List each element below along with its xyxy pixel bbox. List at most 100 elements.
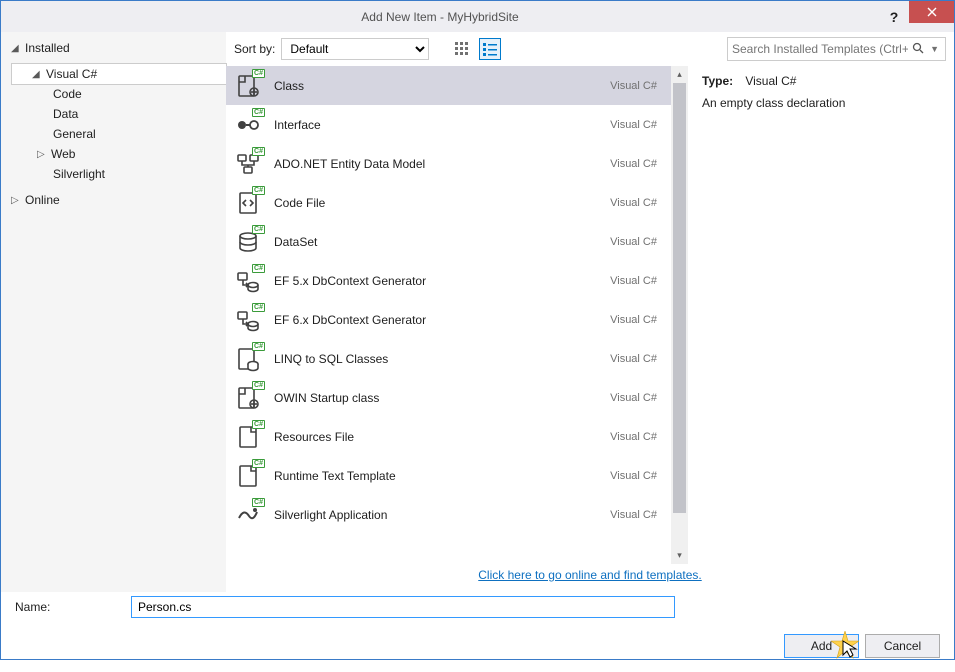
- close-icon: [927, 7, 937, 17]
- template-language: Visual C#: [610, 509, 657, 521]
- add-button[interactable]: Add: [784, 634, 859, 658]
- search-input[interactable]: [732, 42, 908, 56]
- window-title: Add New Item - MyHybridSite: [1, 10, 879, 24]
- sort-by-select[interactable]: Default: [281, 38, 429, 60]
- template-language: Visual C#: [610, 197, 657, 209]
- template-item[interactable]: C# OWIN Startup class Visual C#: [226, 378, 671, 417]
- csharp-badge-icon: C#: [252, 225, 265, 234]
- template-icon: C#: [232, 304, 264, 336]
- csharp-badge-icon: C#: [252, 498, 265, 507]
- csharp-badge-icon: C#: [252, 420, 265, 429]
- csharp-badge-icon: C#: [252, 147, 265, 156]
- sort-by-label: Sort by:: [234, 42, 275, 56]
- template-item[interactable]: C# EF 5.x DbContext Generator Visual C#: [226, 261, 671, 300]
- expander-icon: ▷: [37, 149, 47, 160]
- template-icon: C#: [232, 226, 264, 258]
- toolbar: Sort by: Default ▼: [226, 32, 954, 66]
- expander-icon: ▷: [11, 195, 21, 206]
- template-name: OWIN Startup class: [274, 391, 610, 405]
- template-language: Visual C#: [610, 314, 657, 326]
- tree-node-web[interactable]: ▷Web: [37, 144, 226, 164]
- csharp-badge-icon: C#: [252, 186, 265, 195]
- template-language: Visual C#: [610, 158, 657, 170]
- template-icon: C#: [232, 265, 264, 297]
- search-box[interactable]: ▼: [727, 37, 946, 61]
- tree-node-code[interactable]: Code: [37, 84, 226, 104]
- list-icon: [483, 42, 497, 56]
- template-icon: C#: [232, 382, 264, 414]
- template-name: Class: [274, 79, 610, 93]
- template-language: Visual C#: [610, 119, 657, 131]
- name-label: Name:: [15, 600, 131, 614]
- template-name: EF 5.x DbContext Generator: [274, 274, 610, 288]
- help-button[interactable]: ?: [879, 6, 909, 28]
- template-icon: C#: [232, 187, 264, 219]
- template-name: Runtime Text Template: [274, 469, 610, 483]
- template-language: Visual C#: [610, 275, 657, 287]
- template-name: Silverlight Application: [274, 508, 610, 522]
- template-icon: C#: [232, 343, 264, 375]
- view-list-button[interactable]: [479, 38, 501, 60]
- template-icon: C#: [232, 148, 264, 180]
- template-item[interactable]: C# DataSet Visual C#: [226, 222, 671, 261]
- template-item[interactable]: C# Silverlight Application Visual C#: [226, 495, 671, 534]
- template-item[interactable]: C# EF 6.x DbContext Generator Visual C#: [226, 300, 671, 339]
- tree-node-visual-csharp[interactable]: ◢ Visual C#: [11, 63, 227, 85]
- csharp-badge-icon: C#: [252, 108, 265, 117]
- template-description: An empty class declaration: [702, 96, 940, 110]
- template-item[interactable]: C# Interface Visual C#: [226, 105, 671, 144]
- csharp-badge-icon: C#: [252, 459, 265, 468]
- template-item[interactable]: C# Class Visual C#: [226, 66, 671, 105]
- csharp-badge-icon: C#: [252, 303, 265, 312]
- online-templates-link[interactable]: Click here to go online and find templat…: [478, 568, 701, 582]
- scroll-down-icon[interactable]: ▾: [671, 547, 688, 564]
- search-icon[interactable]: [908, 42, 928, 57]
- close-button[interactable]: [909, 1, 954, 23]
- template-name: LINQ to SQL Classes: [274, 352, 610, 366]
- scroll-thumb[interactable]: [673, 83, 686, 513]
- tree-node-online[interactable]: ▷ Online: [1, 190, 226, 210]
- grid-small-icon: [455, 42, 469, 56]
- template-name: Resources File: [274, 430, 610, 444]
- template-item[interactable]: C# Code File Visual C#: [226, 183, 671, 222]
- dialog-footer: Name: Add Cancel: [1, 592, 954, 672]
- type-value: Visual C#: [745, 74, 796, 88]
- template-item[interactable]: C# LINQ to SQL Classes Visual C#: [226, 339, 671, 378]
- template-icon: C#: [232, 460, 264, 492]
- template-language: Visual C#: [610, 80, 657, 92]
- template-icon: C#: [232, 70, 264, 102]
- template-item[interactable]: C# Resources File Visual C#: [226, 417, 671, 456]
- csharp-badge-icon: C#: [252, 381, 265, 390]
- cursor-highlight-icon: [831, 631, 859, 659]
- expander-icon: ◢: [11, 43, 21, 54]
- template-name: Code File: [274, 196, 610, 210]
- template-language: Visual C#: [610, 431, 657, 443]
- type-label: Type:: [702, 74, 742, 88]
- cancel-button[interactable]: Cancel: [865, 634, 940, 658]
- scroll-up-icon[interactable]: ▴: [671, 66, 688, 83]
- template-item[interactable]: C# ADO.NET Entity Data Model Visual C#: [226, 144, 671, 183]
- name-input[interactable]: [131, 596, 675, 618]
- csharp-badge-icon: C#: [252, 69, 265, 78]
- view-small-icons-button[interactable]: [451, 38, 473, 60]
- tree-node-installed[interactable]: ◢ Installed: [1, 38, 226, 58]
- template-name: ADO.NET Entity Data Model: [274, 157, 610, 171]
- template-name: EF 6.x DbContext Generator: [274, 313, 610, 327]
- category-tree: ◢ Installed ◢ Visual C# Code Data Genera…: [1, 32, 226, 592]
- template-language: Visual C#: [610, 353, 657, 365]
- template-icon: C#: [232, 499, 264, 531]
- template-language: Visual C#: [610, 392, 657, 404]
- csharp-badge-icon: C#: [252, 264, 265, 273]
- search-dropdown-icon[interactable]: ▼: [928, 44, 941, 54]
- template-icon: C#: [232, 109, 264, 141]
- details-panel: Type: Visual C# An empty class declarati…: [688, 66, 954, 564]
- template-language: Visual C#: [610, 470, 657, 482]
- tree-node-data[interactable]: Data: [37, 104, 226, 124]
- template-item[interactable]: C# Runtime Text Template Visual C#: [226, 456, 671, 495]
- expander-icon: ◢: [32, 69, 42, 80]
- template-language: Visual C#: [610, 236, 657, 248]
- scrollbar[interactable]: ▴ ▾: [671, 66, 688, 564]
- tree-node-silverlight[interactable]: Silverlight: [37, 164, 226, 184]
- tree-node-general[interactable]: General: [37, 124, 226, 144]
- template-name: DataSet: [274, 235, 610, 249]
